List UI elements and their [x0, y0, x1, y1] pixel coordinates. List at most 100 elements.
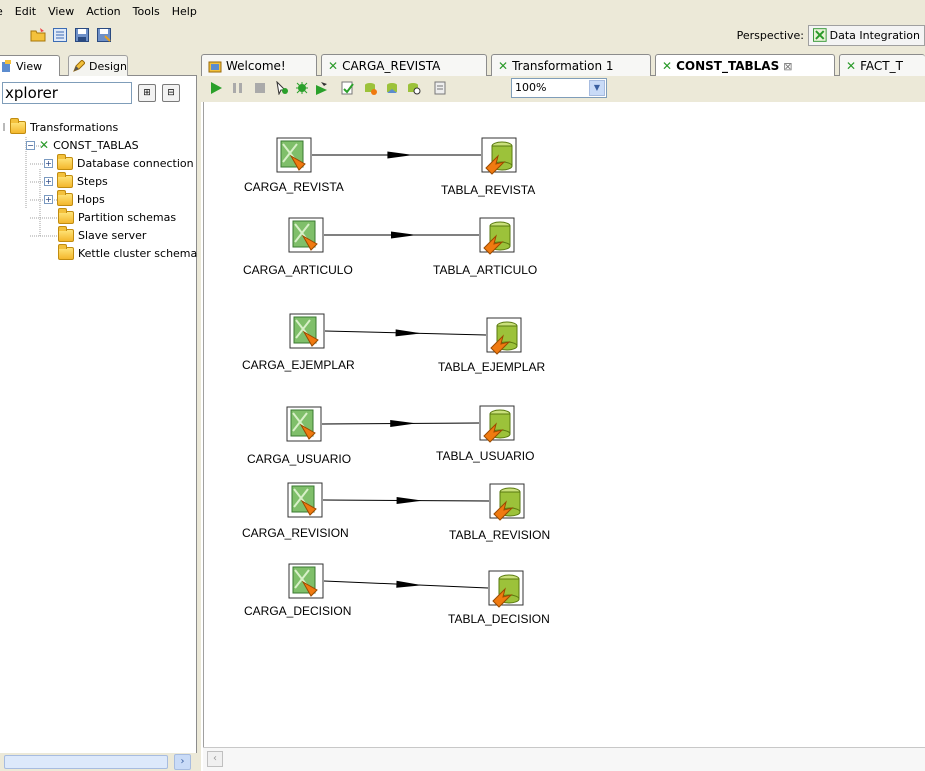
transformation-icon: ✕	[39, 138, 50, 152]
scroll-right-icon[interactable]: ›	[174, 754, 191, 770]
transformation-icon: ✕	[328, 58, 339, 73]
step-label-source: CARGA_EJEMPLAR	[242, 358, 355, 372]
tree-item-database-connection[interactable]: + Database connection	[44, 153, 194, 172]
perspective-value: Data Integration	[829, 28, 920, 42]
sql-icon[interactable]	[385, 81, 399, 95]
open-folder-icon[interactable]	[30, 27, 46, 43]
close-tab-icon[interactable]: ⊠	[783, 60, 792, 73]
tree-item-slave-server[interactable]: Slave server	[58, 225, 146, 244]
explorer-input[interactable]: xplorer	[2, 82, 132, 104]
hop-arrow-icon	[391, 231, 417, 239]
stop-icon[interactable]	[253, 81, 267, 95]
step-icon-text-input[interactable]	[289, 313, 325, 349]
transformation-canvas[interactable]: CARGA_REVISTA TABLA_REVISTA CARGA_ARTICULO…	[203, 102, 925, 747]
chevron-down-icon[interactable]: ▼	[589, 80, 605, 96]
impact-icon[interactable]	[363, 81, 377, 95]
step-icon-text-input[interactable]	[288, 563, 324, 599]
expand-icon[interactable]: +	[44, 158, 53, 168]
pencil-icon	[73, 60, 85, 72]
view-icon	[2, 60, 11, 72]
hop-arrow-icon	[390, 420, 417, 428]
step-icon-text-input[interactable]	[286, 406, 322, 442]
step-label-source: CARGA_USUARIO	[247, 452, 352, 466]
step-label-target: TABLA_USUARIO	[436, 449, 535, 463]
tree-item-steps[interactable]: + Steps	[44, 171, 108, 190]
replay-icon[interactable]	[315, 81, 329, 95]
step-label-source: CARGA_ARTICULO	[243, 263, 353, 277]
collapse-all-icon[interactable]: ⊟	[162, 84, 180, 102]
step-icon-text-input[interactable]	[288, 217, 324, 253]
step-icon-text-input[interactable]	[276, 137, 312, 173]
menu-help[interactable]: Help	[166, 5, 203, 18]
expand-icon[interactable]: +	[44, 194, 53, 204]
step-label-source: CARGA_REVISION	[242, 526, 349, 540]
tab-view[interactable]: View	[0, 55, 60, 76]
zoom-select[interactable]: 100% ▼	[511, 78, 607, 98]
step-icon-table-output[interactable]	[481, 137, 517, 175]
tab-const-tablas[interactable]: ✕ CONST_TABLAS ⊠	[655, 54, 835, 77]
folder-icon	[58, 207, 74, 224]
step-icon-table-output[interactable]	[489, 483, 525, 521]
debug-icon[interactable]	[295, 81, 309, 95]
step-label-target: TABLA_REVISTA	[441, 183, 536, 197]
editor-tabs: Welcome! ✕ CARGA_REVISTA ✕ Transformatio…	[201, 52, 925, 77]
menu-tools[interactable]: Tools	[127, 5, 166, 18]
save-as-icon[interactable]	[96, 27, 112, 43]
transformation-icon: ✕	[498, 58, 509, 73]
tab-transformation-1[interactable]: ✕ Transformation 1	[491, 54, 651, 76]
hop-arrow-icon	[387, 151, 414, 159]
tab-welcome[interactable]: Welcome!	[201, 54, 317, 76]
canvas-horizontal-scrollbar[interactable]: ‹	[203, 747, 925, 771]
left-horizontal-scrollbar[interactable]: ›	[0, 753, 197, 771]
folder-icon	[57, 171, 73, 188]
preview-icon[interactable]	[275, 81, 289, 95]
step-label-target: TABLA_ARTICULO	[433, 263, 538, 277]
folder-icon	[57, 189, 73, 206]
pause-icon[interactable]	[231, 81, 245, 95]
expand-icon[interactable]: +	[44, 176, 53, 186]
hop-arrow-icon	[396, 580, 423, 588]
transformation-toolbar: 100% ▼	[201, 76, 925, 102]
expand-all-icon[interactable]: ⊞	[138, 84, 156, 102]
explore-db-icon[interactable]	[407, 81, 421, 95]
save-icon[interactable]	[74, 27, 90, 43]
step-label-target: TABLA_DECISION	[448, 612, 550, 626]
step-label-source: CARGA_DECISION	[244, 604, 352, 618]
data-integration-icon	[813, 28, 827, 42]
menu-action[interactable]: Action	[80, 5, 126, 18]
folder-icon	[10, 117, 26, 134]
step-label-target: TABLA_EJEMPLAR	[438, 360, 546, 374]
workspace: Welcome! ✕ CARGA_REVISTA ✕ Transformatio…	[201, 52, 925, 771]
menu-file[interactable]: e	[0, 5, 9, 18]
tab-carga-revista[interactable]: ✕ CARGA_REVISTA	[321, 54, 487, 76]
tree-item-partition-schemas[interactable]: Partition schemas	[58, 207, 176, 226]
tab-design[interactable]: Design	[68, 55, 128, 76]
step-icon-table-output[interactable]	[479, 217, 515, 255]
step-icon-table-output[interactable]	[486, 317, 522, 355]
menu-edit[interactable]: Edit	[9, 5, 42, 18]
explorer-view-icon[interactable]	[52, 27, 68, 43]
menu-view[interactable]: View	[42, 5, 80, 18]
collapse-icon[interactable]: −	[26, 140, 35, 150]
step-icon-table-output[interactable]	[488, 570, 524, 608]
tree-item-transformations[interactable]: ‖ Transformations	[2, 117, 118, 136]
show-results-icon[interactable]	[433, 81, 447, 95]
tab-view-label: View	[16, 59, 43, 73]
left-panel: View Design xplorer ⊞ ⊟ ‖ Transformation…	[0, 52, 197, 771]
explorer-row: xplorer ⊞ ⊟	[0, 82, 197, 106]
tab-fact[interactable]: ✕ FACT_T	[839, 54, 925, 76]
tree-item-hops[interactable]: + Hops	[44, 189, 105, 208]
scroll-thumb[interactable]	[4, 755, 168, 769]
run-icon[interactable]	[209, 81, 223, 95]
tree-item-const-tablas[interactable]: − ✕ CONST_TABLAS	[26, 136, 139, 154]
verify-icon[interactable]	[341, 81, 355, 95]
perspective-label: Perspective:	[736, 28, 804, 42]
step-icon-table-output[interactable]	[479, 405, 515, 443]
perspective-button[interactable]: Data Integration	[808, 24, 925, 46]
welcome-icon	[208, 61, 222, 72]
step-icon-text-input[interactable]	[287, 482, 323, 518]
scroll-left-icon[interactable]: ‹	[207, 751, 223, 767]
hops-layer	[276, 137, 525, 608]
tree-item-kettle-cluster-schema[interactable]: Kettle cluster schema	[58, 243, 197, 262]
perspective-switcher: Perspective: Data Integration	[737, 24, 925, 46]
